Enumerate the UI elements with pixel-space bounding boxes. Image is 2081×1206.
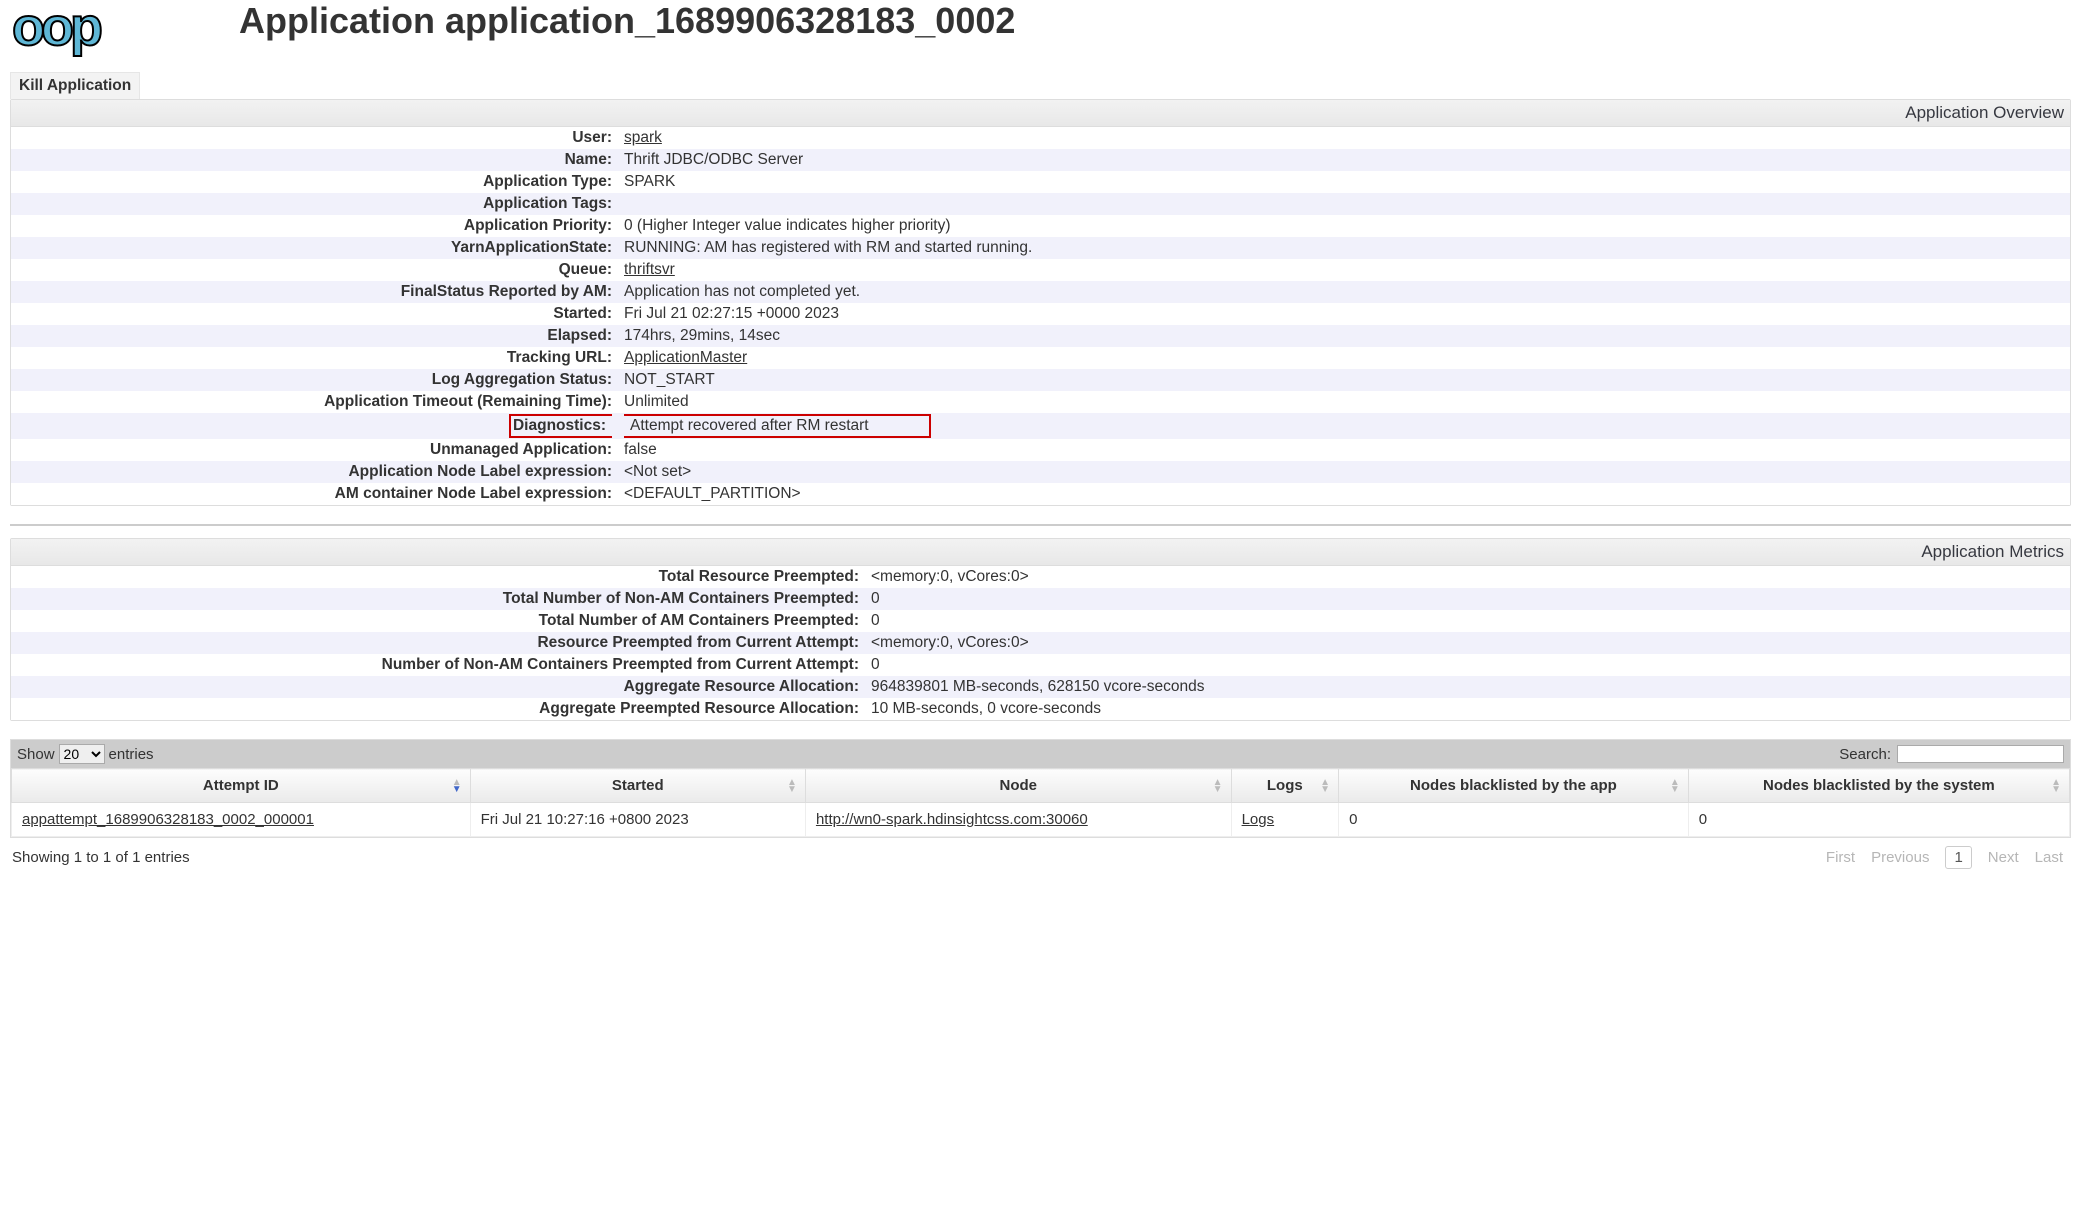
sort-icon: ▲▼: [1670, 779, 1680, 793]
metrics-value: 10 MB-seconds, 0 vcore-seconds: [865, 698, 2070, 720]
overview-label: Application Type:: [11, 171, 618, 193]
overview-value: false: [618, 439, 2070, 461]
sort-icon: ▲▼: [1213, 779, 1223, 793]
overview-value: Application has not completed yet.: [618, 281, 2070, 303]
kill-application-button[interactable]: Kill Application: [10, 72, 140, 99]
overview-value: Unlimited: [618, 391, 2070, 413]
overview-label: Application Priority:: [11, 215, 618, 237]
overview-label: Application Node Label expression:: [11, 461, 618, 483]
attempts-col-header[interactable]: Node▲▼: [805, 769, 1231, 803]
page-title: Application application_1689906328183_00…: [239, 0, 1015, 42]
overview-label: Diagnostics:: [11, 413, 618, 439]
section-title-metrics: Application Metrics: [11, 539, 2070, 566]
entries-select[interactable]: 102050100: [59, 744, 105, 764]
sort-icon: ▲▼: [2051, 779, 2061, 793]
overview-value: RUNNING: AM has registered with RM and s…: [618, 237, 2070, 259]
sort-icon: ▲▼: [787, 779, 797, 793]
pager-first[interactable]: First: [1826, 849, 1855, 866]
overview-label: Application Tags:: [11, 193, 618, 215]
attempts-col-header[interactable]: Nodes blacklisted by the system▲▼: [1688, 769, 2069, 803]
overview-label: Started:: [11, 303, 618, 325]
attempts-section: Show 102050100 entries Search: Attempt I…: [10, 739, 2071, 838]
overview-value: NOT_START: [618, 369, 2070, 391]
overview-link[interactable]: ApplicationMaster: [624, 349, 747, 366]
attempts-col-header[interactable]: Started▲▼: [470, 769, 805, 803]
metrics-label: Aggregate Resource Allocation:: [11, 676, 865, 698]
overview-value: [618, 193, 2070, 215]
overview-label: AM container Node Label expression:: [11, 483, 618, 505]
attempt-id-link[interactable]: appattempt_1689906328183_0002_000001: [22, 811, 314, 828]
metrics-value: 0: [865, 610, 2070, 632]
overview-value: 174hrs, 29mins, 14sec: [618, 325, 2070, 347]
sort-icon: ▲▼: [1320, 779, 1330, 793]
overview-label: Elapsed:: [11, 325, 618, 347]
overview-table: User:sparkName:Thrift JDBC/ODBC ServerAp…: [11, 127, 2070, 505]
overview-value: Attempt recovered after RM restart: [618, 413, 2070, 439]
application-overview-section: Application Overview User: spark Name:Thri…: [10, 99, 2071, 506]
overview-label: Application Timeout (Remaining Time):: [11, 391, 618, 413]
overview-label: User:: [11, 127, 618, 149]
metrics-value: <memory:0, vCores:0>: [865, 566, 2070, 588]
overview-label: Unmanaged Application:: [11, 439, 618, 461]
pager-previous[interactable]: Previous: [1871, 849, 1929, 866]
attempts-col-header[interactable]: Attempt ID▲▼: [12, 769, 471, 803]
overview-value: Thrift JDBC/ODBC Server: [618, 149, 2070, 171]
overview-value[interactable]: spark: [618, 127, 2070, 149]
search-input[interactable]: [1897, 745, 2064, 763]
overview-link[interactable]: thriftsvr: [624, 261, 675, 278]
overview-label: Queue:: [11, 259, 618, 281]
show-label: Show: [17, 746, 55, 763]
diagnostics-highlight: Attempt recovered after RM restart: [624, 414, 931, 438]
overview-value: <Not set>: [618, 461, 2070, 483]
attempt-node-link[interactable]: http://wn0-spark.hdinsightcss.com:30060: [816, 811, 1088, 828]
attempt-started: Fri Jul 21 10:27:16 +0800 2023: [470, 803, 805, 837]
metrics-label: Total Number of Non-AM Containers Preemp…: [11, 588, 865, 610]
search-label: Search:: [1839, 746, 1891, 763]
table-row: appattempt_1689906328183_0002_000001 Fri …: [12, 803, 2070, 837]
attempt-logs-link[interactable]: Logs: [1242, 811, 1275, 828]
overview-value[interactable]: ApplicationMaster: [618, 347, 2070, 369]
pager-next[interactable]: Next: [1988, 849, 2019, 866]
overview-label: Log Aggregation Status:: [11, 369, 618, 391]
attempts-table: Attempt ID▲▼Started▲▼Node▲▼Logs▲▼Nodes b…: [11, 768, 2070, 837]
attempts-col-header[interactable]: Nodes blacklisted by the app▲▼: [1339, 769, 1689, 803]
overview-label: YarnApplicationState:: [11, 237, 618, 259]
entries-label: entries: [109, 746, 154, 763]
section-title-overview: Application Overview: [11, 100, 2070, 127]
pager-info: Showing 1 to 1 of 1 entries: [12, 849, 190, 866]
overview-label: Tracking URL:: [11, 347, 618, 369]
overview-label: FinalStatus Reported by AM:: [11, 281, 618, 303]
metrics-table: Total Resource Preempted:<memory:0, vCor…: [11, 566, 2070, 720]
application-metrics-section: Application Metrics Total Resource Preem…: [10, 538, 2071, 721]
metrics-value: 0: [865, 588, 2070, 610]
pager-current[interactable]: 1: [1945, 846, 1971, 869]
attempt-blacklist-sys: 0: [1688, 803, 2069, 837]
attempts-col-header[interactable]: Logs▲▼: [1231, 769, 1338, 803]
overview-link[interactable]: spark: [624, 129, 662, 146]
metrics-label: Total Resource Preempted:: [11, 566, 865, 588]
metrics-value: <memory:0, vCores:0>: [865, 632, 2070, 654]
metrics-value: 964839801 MB-seconds, 628150 vcore-secon…: [865, 676, 2070, 698]
overview-value[interactable]: thriftsvr: [618, 259, 2070, 281]
overview-value: SPARK: [618, 171, 2070, 193]
overview-value: 0 (Higher Integer value indicates higher…: [618, 215, 2070, 237]
metrics-value: 0: [865, 654, 2070, 676]
section-separator: [10, 524, 2071, 526]
metrics-label: Resource Preempted from Current Attempt:: [11, 632, 865, 654]
pager-last[interactable]: Last: [2035, 849, 2063, 866]
metrics-label: Aggregate Preempted Resource Allocation:: [11, 698, 865, 720]
hadoop-logo: oop: [10, 0, 99, 54]
overview-label: Name:: [11, 149, 618, 171]
attempt-blacklist-app: 0: [1339, 803, 1689, 837]
overview-value: <DEFAULT_PARTITION>: [618, 483, 2070, 505]
overview-value: Fri Jul 21 02:27:15 +0000 2023: [618, 303, 2070, 325]
metrics-label: Total Number of AM Containers Preempted:: [11, 610, 865, 632]
metrics-label: Number of Non-AM Containers Preempted fr…: [11, 654, 865, 676]
sort-icon: ▲▼: [452, 779, 462, 793]
